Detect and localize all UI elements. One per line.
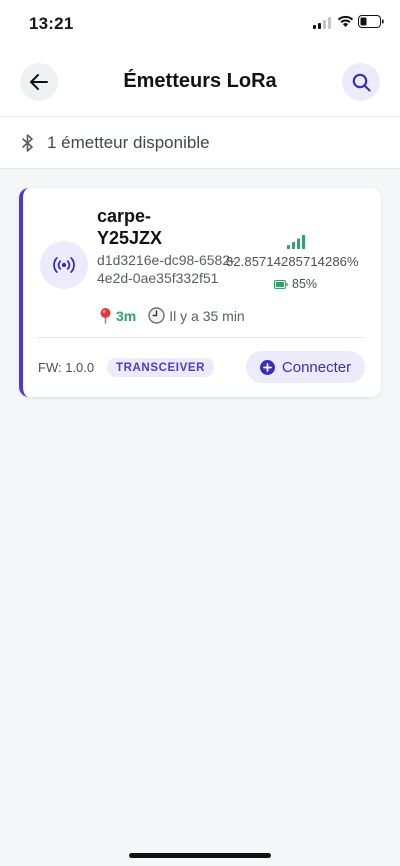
radio-broadcast-icon — [53, 257, 75, 273]
firmware-version: FW: 1.0.0 — [38, 360, 95, 375]
page-title: Émetteurs LoRa — [123, 70, 277, 92]
battery-percent: 85% — [292, 277, 318, 291]
screen: 13:21 Émetteurs LoRa 1 émetteur disponib… — [0, 0, 400, 866]
search-button[interactable] — [342, 63, 380, 101]
battery-icon — [358, 15, 384, 28]
device-count-bar: 1 émetteur disponible — [0, 117, 400, 169]
device-type-badge: TRANSCEIVER — [107, 358, 215, 377]
device-uuid: d1d3216e-dc98-6582-4e2d-0ae35f332f51 — [97, 252, 235, 286]
device-meta: 3m Il y a 35 min — [99, 307, 245, 324]
connect-button-label: Connecter — [281, 358, 352, 376]
plus-circle-icon — [259, 359, 275, 375]
bluetooth-icon — [22, 134, 33, 152]
home-indicator[interactable] — [129, 853, 271, 858]
device-name: carpe-Y25JZX — [97, 206, 163, 248]
device-avatar — [40, 241, 88, 289]
device-distance: 3m — [116, 307, 137, 324]
battery-icon — [274, 279, 288, 289]
status-bar: 13:21 — [0, 0, 400, 46]
cellular-signal-icon — [313, 17, 331, 29]
device-count-text: 1 émetteur disponible — [47, 133, 210, 152]
app-header: Émetteurs LoRa — [0, 46, 400, 117]
connect-button[interactable]: Connecter — [246, 351, 365, 383]
wifi-icon — [337, 15, 354, 27]
signal-bars-icon — [287, 235, 305, 249]
location-pin-icon — [100, 308, 111, 324]
device-last-seen: Il y a 35 min — [169, 307, 245, 324]
card-divider — [37, 337, 365, 338]
search-icon — [352, 73, 371, 92]
clock-icon — [148, 307, 165, 324]
device-card[interactable]: carpe-Y25JZX d1d3216e-dc98-6582-4e2d-0ae… — [19, 188, 381, 397]
status-time: 13:21 — [29, 14, 74, 33]
battery-status: 85% — [274, 277, 317, 291]
signal-strength: 82.85714285714286% — [226, 254, 359, 269]
